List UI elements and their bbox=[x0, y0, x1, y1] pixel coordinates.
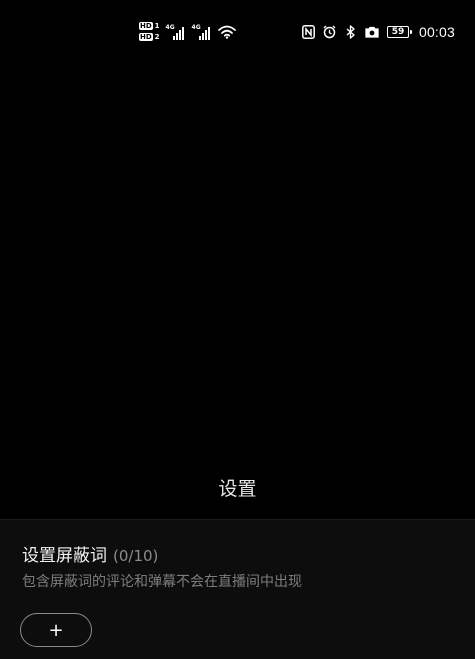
sim1-hd-label: HD bbox=[139, 22, 153, 30]
page-title: 设置 bbox=[218, 478, 257, 500]
signal-strength-icon-sim1: 4G bbox=[166, 24, 186, 40]
nfc-icon bbox=[302, 25, 315, 39]
hd-indicators: HD 1 HD 2 bbox=[139, 22, 160, 41]
battery-icon: 59 bbox=[386, 26, 412, 38]
network-type-sim2: 4G bbox=[191, 23, 201, 31]
signal-strength-icon-sim2: 4G bbox=[192, 24, 212, 40]
camera-icon bbox=[365, 26, 379, 38]
network-type-sim1: 4G bbox=[165, 23, 175, 31]
blocked-words-title: 设置屏蔽词 bbox=[22, 546, 107, 566]
bluetooth-icon bbox=[346, 25, 355, 39]
status-time: 00:03 bbox=[418, 24, 455, 40]
sim1-hd-indicator: HD 1 bbox=[139, 22, 160, 30]
sim2-hd-indicator: HD 2 bbox=[139, 33, 160, 41]
battery-level: 59 bbox=[391, 26, 405, 37]
alarm-icon bbox=[323, 25, 336, 39]
sim1-index: 1 bbox=[154, 22, 160, 30]
status-bar-right: 59 00:03 bbox=[302, 24, 455, 40]
blocked-words-description: 包含屏蔽词的评论和弹幕不会在直播间中出现 bbox=[22, 574, 302, 590]
add-blocked-word-button[interactable]: + bbox=[20, 613, 92, 647]
wifi-icon bbox=[217, 25, 236, 39]
status-bar: HD 1 HD 2 4G 4G 59 00:03 bbox=[0, 0, 475, 60]
blocked-words-header: 设置屏蔽词 (0/10) bbox=[22, 541, 158, 566]
blocked-words-count: (0/10) bbox=[113, 547, 159, 565]
sim2-hd-label: HD bbox=[139, 33, 153, 41]
blocked-words-panel: 设置屏蔽词 (0/10) 包含屏蔽词的评论和弹幕不会在直播间中出现 + bbox=[0, 519, 475, 659]
sim2-index: 2 bbox=[154, 33, 160, 41]
status-bar-left: HD 1 HD 2 4G 4G bbox=[139, 22, 236, 41]
